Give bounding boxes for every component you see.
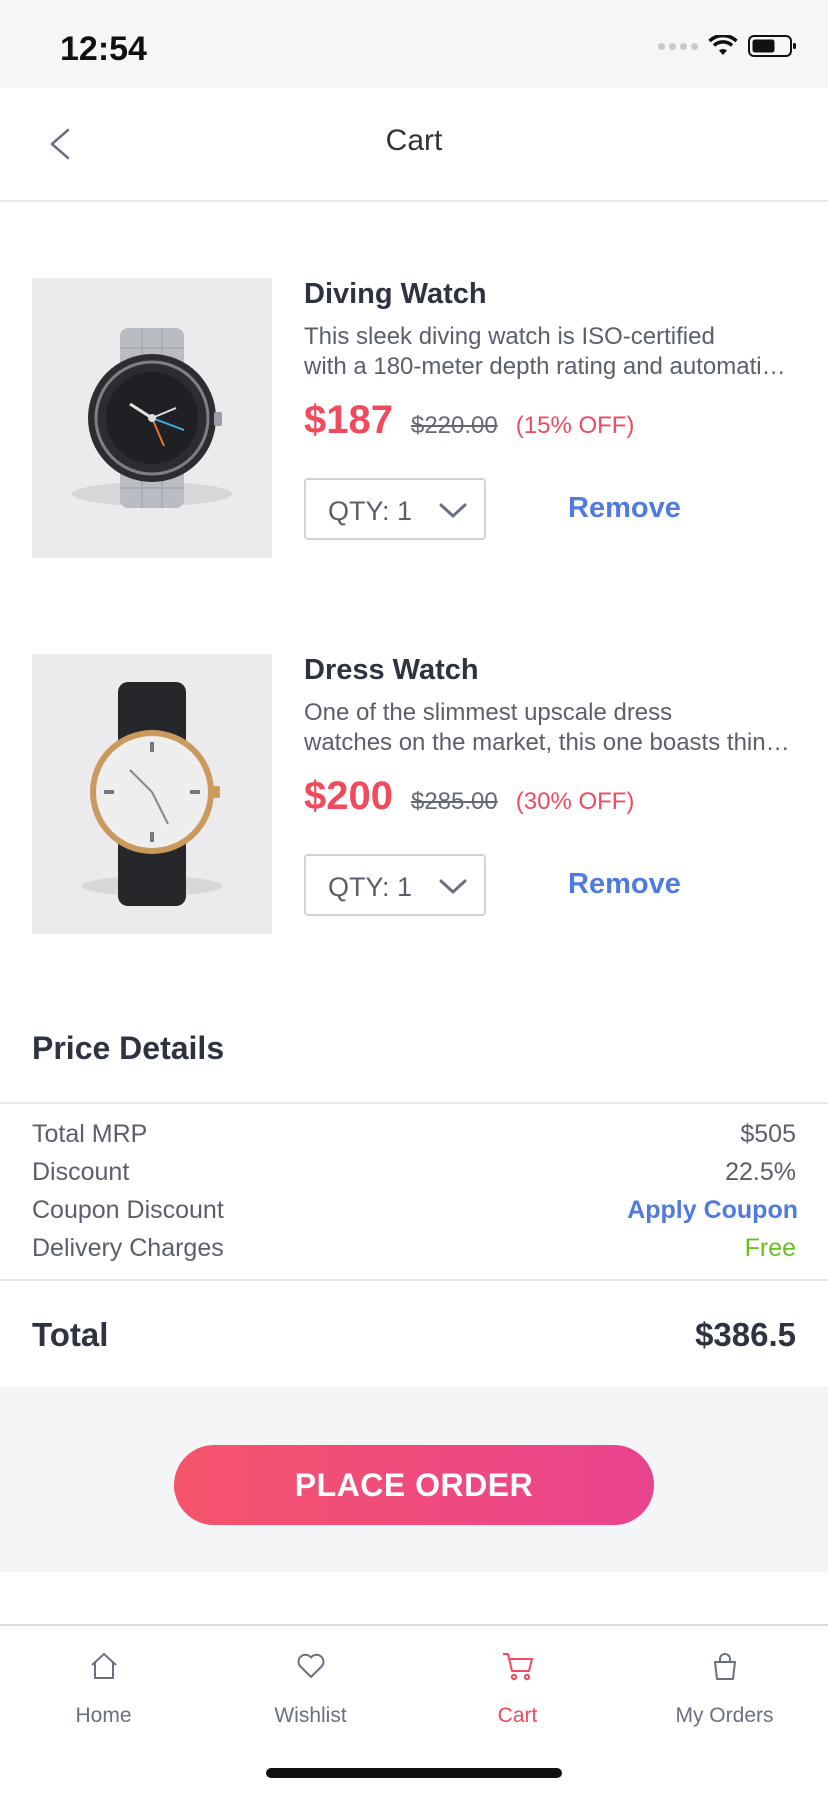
- product-name: Diving Watch: [304, 278, 487, 310]
- quantity-dropdown[interactable]: QTY: 1: [304, 478, 486, 540]
- product-description-line: One of the slimmest upscale dress: [304, 699, 673, 726]
- original-price: $220.00: [410, 412, 498, 439]
- quantity-dropdown[interactable]: QTY: 1: [304, 854, 486, 916]
- price-row: $187 $220.00 (15% OFF): [304, 398, 634, 443]
- status-bar: 12:54: [0, 0, 828, 88]
- home-indicator: [266, 1768, 562, 1778]
- tab-label: Home: [75, 1704, 132, 1727]
- diving-watch-icon: [72, 328, 232, 508]
- home-icon: [90, 1653, 117, 1679]
- battery-icon: [748, 35, 796, 57]
- status-time: 12:54: [60, 30, 147, 68]
- price-value: 22.5%: [725, 1158, 796, 1186]
- chevron-down-icon: [439, 879, 467, 894]
- total-row: Total $386.5: [32, 1316, 796, 1354]
- nav-bar: Cart: [0, 88, 828, 202]
- signal-icon: [658, 42, 698, 50]
- tab-my-orders[interactable]: My Orders: [621, 1644, 828, 1728]
- price-details-title: Price Details: [32, 1030, 225, 1066]
- quantity-label: QTY: 1: [328, 496, 413, 526]
- tab-cart[interactable]: Cart: [414, 1644, 621, 1728]
- product-description-line: with a 180-meter depth rating and automa…: [304, 353, 792, 380]
- price-label: Delivery Charges: [32, 1234, 224, 1262]
- discount-percent: (15% OFF): [515, 412, 635, 439]
- tab-wishlist[interactable]: Wishlist: [207, 1644, 414, 1728]
- apply-coupon-link[interactable]: Apply Coupon: [627, 1196, 798, 1225]
- tab-home[interactable]: Home: [0, 1644, 207, 1728]
- product-description: One of the slimmest upscale dress watche…: [304, 698, 792, 758]
- tab-label: My Orders: [675, 1704, 774, 1727]
- product-name: Dress Watch: [304, 654, 479, 686]
- quantity-label: QTY: 1: [328, 872, 413, 902]
- sale-price: $200: [304, 774, 393, 818]
- heart-icon: [297, 1653, 324, 1678]
- product-image-dress-watch[interactable]: [32, 654, 272, 934]
- bag-icon: [713, 1653, 736, 1680]
- product-description-line: watches on the market, this one boasts t…: [304, 729, 792, 756]
- wifi-icon: [708, 35, 738, 55]
- price-row: $200 $285.00 (30% OFF): [304, 774, 634, 819]
- tab-label: Cart: [497, 1704, 538, 1727]
- product-image-diving-watch[interactable]: [32, 278, 272, 558]
- total-label: Total: [32, 1316, 109, 1353]
- remove-button[interactable]: Remove: [568, 492, 681, 525]
- order-area: PLACE ORDER: [0, 1386, 828, 1572]
- price-row-total-mrp: Total MRP $505: [32, 1120, 796, 1150]
- cart-item: Dress Watch One of the slimmest upscale …: [32, 654, 828, 934]
- chevron-down-icon: [439, 503, 467, 518]
- sale-price: $187: [304, 398, 393, 442]
- divider: [0, 1102, 828, 1104]
- price-row-discount: Discount 22.5%: [32, 1158, 796, 1188]
- price-label: Coupon Discount: [32, 1196, 224, 1224]
- place-order-button[interactable]: PLACE ORDER: [174, 1445, 654, 1525]
- original-price: $285.00: [410, 788, 498, 815]
- tab-label: Wishlist: [274, 1704, 347, 1727]
- dress-watch-icon: [82, 682, 222, 906]
- cart-icon: [502, 1653, 533, 1681]
- divider: [0, 1279, 828, 1281]
- status-icons: [658, 34, 798, 58]
- cart-item: Diving Watch This sleek diving watch is …: [32, 278, 828, 558]
- price-value: Free: [744, 1234, 796, 1262]
- product-description: This sleek diving watch is ISO-certified…: [304, 322, 792, 382]
- discount-percent: (30% OFF): [515, 788, 635, 815]
- product-description-line: This sleek diving watch is ISO-certified: [304, 323, 715, 350]
- price-row-delivery: Delivery Charges Free: [32, 1234, 796, 1264]
- remove-button[interactable]: Remove: [568, 868, 681, 901]
- price-label: Discount: [32, 1158, 130, 1186]
- price-value: $505: [740, 1120, 796, 1148]
- page-title: Cart: [385, 124, 443, 157]
- total-value: $386.5: [695, 1316, 796, 1353]
- price-label: Total MRP: [32, 1120, 148, 1148]
- price-row-coupon: Coupon Discount Apply Coupon: [32, 1196, 798, 1226]
